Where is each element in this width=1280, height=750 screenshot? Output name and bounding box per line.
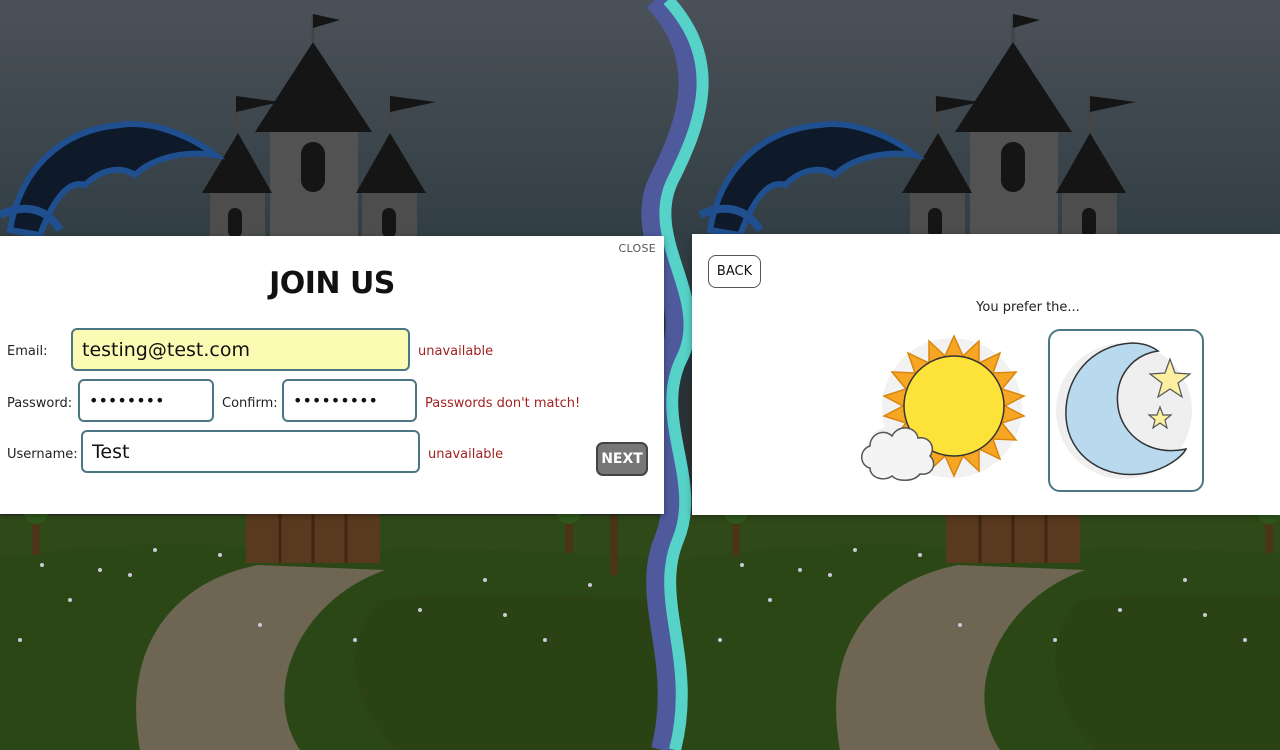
password-mismatch-error: Passwords don't match! [425,396,581,411]
preference-prompt: You prefer the... [976,300,1080,315]
back-button[interactable]: BACK [708,255,761,288]
confirm-label: Confirm: [222,396,278,411]
moon-icon [1056,342,1192,479]
email-error: unavailable [418,344,494,359]
username-field[interactable] [81,430,420,473]
next-button[interactable]: NEXT [596,442,648,476]
page-title: JOIN US [269,266,395,301]
close-button[interactable]: CLOSE [618,242,656,255]
day-option[interactable] [852,330,1032,492]
confirm-password-field[interactable] [282,379,417,422]
email-field[interactable] [71,328,410,371]
night-option[interactable] [1048,329,1204,492]
password-field[interactable] [78,379,214,422]
password-label: Password: [7,396,73,411]
username-label: Username: [7,447,78,462]
join-us-panel: CLOSE JOIN US Email: unavailable Passwor… [0,236,664,514]
username-error: unavailable [428,447,504,462]
preference-panel: BACK You prefer the... [692,234,1280,515]
sun-icon [861,334,1026,481]
email-label: Email: [7,344,48,359]
